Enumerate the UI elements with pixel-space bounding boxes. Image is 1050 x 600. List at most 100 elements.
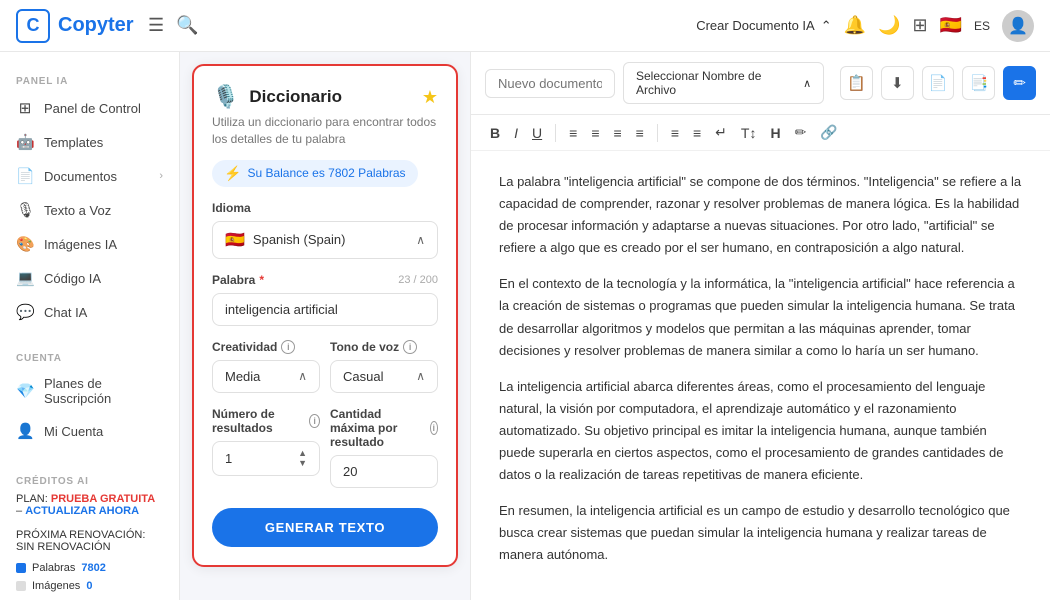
char-count: 23 / 200 (398, 274, 438, 286)
palabras-count: 7802 (81, 562, 105, 574)
align-right-button[interactable]: ≡ (608, 122, 626, 144)
creatividad-caret-icon: ∧ (298, 369, 307, 383)
creatividad-label-text: Creatividad (212, 340, 277, 354)
crear-documento-label: Crear Documento IA (696, 18, 815, 33)
num-resultados-up-icon[interactable]: ▲ (298, 449, 307, 458)
sidebar-item-chat-ia[interactable]: 💬 Chat IA (0, 295, 179, 329)
avatar[interactable]: 👤 (1002, 10, 1034, 42)
menu-icon[interactable]: ☰ (148, 15, 164, 36)
list-unordered-button[interactable]: ≡ (688, 122, 706, 144)
num-resultados-info-icon[interactable]: i (309, 414, 320, 428)
palabras-dot (16, 563, 26, 573)
copy-icon-button[interactable]: 📋 (840, 66, 873, 100)
select-nombre-caret-icon: ∧ (803, 77, 811, 90)
edit-icon-button[interactable]: ✏ (1003, 66, 1036, 100)
sidebar-item-templates[interactable]: 🤖 Templates (0, 125, 179, 159)
card-description: Utiliza un diccionario para encontrar to… (212, 114, 438, 148)
darkmode-icon[interactable]: 🌙 (878, 15, 900, 36)
download-icon-button[interactable]: ⬇ (881, 66, 914, 100)
sidebar-item-codigo-ia[interactable]: 💻 Código IA (0, 261, 179, 295)
language-flag: 🇪🇸 (940, 15, 962, 36)
duplicate-icon-button[interactable]: 📑 (962, 66, 995, 100)
italic-button[interactable]: I (509, 122, 523, 144)
tono-select[interactable]: Casual ∧ (330, 360, 438, 393)
align-left-button[interactable]: ≡ (564, 122, 582, 144)
num-resultados-label: Número de resultados i (212, 407, 320, 435)
fullscreen-icon[interactable]: ⊞ (912, 15, 927, 36)
num-resultados-value: 1 (225, 451, 232, 466)
card-emoji: 🎙️ (212, 84, 239, 110)
editor-content[interactable]: La palabra "inteligencia artificial" se … (471, 151, 1050, 600)
sidebar-item-imagenes-ia[interactable]: 🎨 Imágenes IA (0, 227, 179, 261)
cantidad-max-input[interactable] (330, 455, 438, 488)
select-nombre-label: Seleccionar Nombre de Archivo (636, 69, 797, 97)
num-resultados-arrows[interactable]: ▲ ▼ (298, 449, 307, 468)
sidebar-label-planes: Planes de Suscripción (44, 376, 163, 406)
plan-info: PLAN: PRUEBA GRATUITA – ACTUALIZAR AHORA (0, 487, 179, 523)
code-icon: 💻 (16, 269, 34, 287)
creatividad-select[interactable]: Media ∧ (212, 360, 320, 393)
heading-button[interactable]: H (765, 122, 785, 144)
idioma-value: Spanish (Spain) (253, 232, 346, 247)
crear-documento-button[interactable]: Crear Documento IA ⌃ (696, 18, 831, 34)
balance-text: Su Balance es 7802 Palabras (247, 166, 405, 180)
user-icon: 👤 (16, 422, 34, 440)
app-name: Copyter (58, 14, 134, 37)
generar-texto-button[interactable]: GENERAR TEXTO (212, 508, 438, 547)
creatividad-info-icon[interactable]: i (281, 340, 295, 354)
sidebar: PANEL IA ⊞ Panel de Control 🤖 Templates … (0, 52, 180, 600)
card-title: Diccionario (249, 87, 411, 107)
indent-button[interactable]: ↵ (710, 121, 732, 144)
cantidad-max-label: Cantidad máxima por resultado i (330, 407, 438, 449)
file-icon-button[interactable]: 📄 (922, 66, 955, 100)
tono-value: Casual (343, 369, 383, 384)
list-ordered-button[interactable]: ≡ (666, 122, 684, 144)
separador: – (16, 505, 25, 517)
balance-badge: ⚡ Su Balance es 7802 Palabras (212, 160, 418, 187)
underline-button[interactable]: U (527, 122, 547, 144)
sidebar-label-panel-control: Panel de Control (44, 101, 141, 116)
sidebar-item-texto-voz[interactable]: 🎙 Texto a Voz (0, 193, 179, 227)
doc-name-input[interactable] (485, 69, 615, 98)
sidebar-item-planes[interactable]: 💎 Planes de Suscripción (0, 368, 179, 414)
proxima-renovacion: PRÓXIMA RENOVACIÓN: SIN RENOVACIÓN (0, 523, 179, 559)
notification-icon[interactable]: 🔔 (844, 15, 866, 36)
chat-icon: 💬 (16, 303, 34, 321)
imagenes-label: Imágenes (32, 580, 80, 592)
cantidad-max-info-icon[interactable]: i (430, 421, 438, 435)
tono-info-icon[interactable]: i (403, 340, 417, 354)
text-size-button[interactable]: T↕ (736, 122, 762, 144)
idioma-select[interactable]: 🇪🇸 Spanish (Spain) ∧ (212, 221, 438, 259)
tono-label-text: Tono de voz (330, 340, 399, 354)
navbar: C Copyter ☰ 🔍 Crear Documento IA ⌃ 🔔 🌙 ⊞… (0, 0, 1050, 52)
sidebar-label-templates: Templates (44, 135, 103, 150)
imagenes-dot (16, 581, 26, 591)
link-button[interactable]: 🔗 (815, 121, 842, 144)
select-nombre-archivo[interactable]: Seleccionar Nombre de Archivo ∧ (623, 62, 824, 104)
bold-button[interactable]: B (485, 122, 505, 144)
sidebar-item-documentos[interactable]: 📄 Documentos › (0, 159, 179, 193)
prueba-gratuita-label[interactable]: PRUEBA GRATUITA (51, 493, 155, 505)
star-icon[interactable]: ★ (422, 87, 438, 108)
panel-area: 🎙️ Diccionario ★ Utiliza un diccionario … (180, 52, 470, 600)
palabra-label: Palabra * 23 / 200 (212, 273, 438, 287)
palabra-input[interactable] (212, 293, 438, 326)
actualizar-button[interactable]: ACTUALIZAR AHORA (25, 505, 139, 517)
format-toolbar: B I U ≡ ≡ ≡ ≡ ≡ ≡ ↵ T↕ H ✏ 🔗 (471, 115, 1050, 151)
num-resultados-input[interactable]: 1 ▲ ▼ (212, 441, 320, 476)
sidebar-item-panel-control[interactable]: ⊞ Panel de Control (0, 91, 179, 125)
num-resultados-down-icon[interactable]: ▼ (298, 459, 307, 468)
content-para-2: En el contexto de la tecnología y la inf… (499, 273, 1022, 361)
align-justify-button[interactable]: ≡ (631, 122, 649, 144)
sidebar-label-documentos: Documentos (44, 169, 117, 184)
sidebar-label-texto-voz: Texto a Voz (44, 203, 111, 218)
sidebar-label-mi-cuenta: Mi Cuenta (44, 424, 103, 439)
search-icon[interactable]: 🔍 (176, 15, 198, 36)
logo-box: C (16, 9, 50, 43)
align-center-button[interactable]: ≡ (586, 122, 604, 144)
mic-icon: 🎙 (16, 201, 34, 219)
sidebar-item-mi-cuenta[interactable]: 👤 Mi Cuenta (0, 414, 179, 448)
creatividad-value: Media (225, 369, 260, 384)
num-resultados-field: Número de resultados i 1 ▲ ▼ (212, 407, 320, 488)
pen-button[interactable]: ✏ (790, 121, 812, 144)
